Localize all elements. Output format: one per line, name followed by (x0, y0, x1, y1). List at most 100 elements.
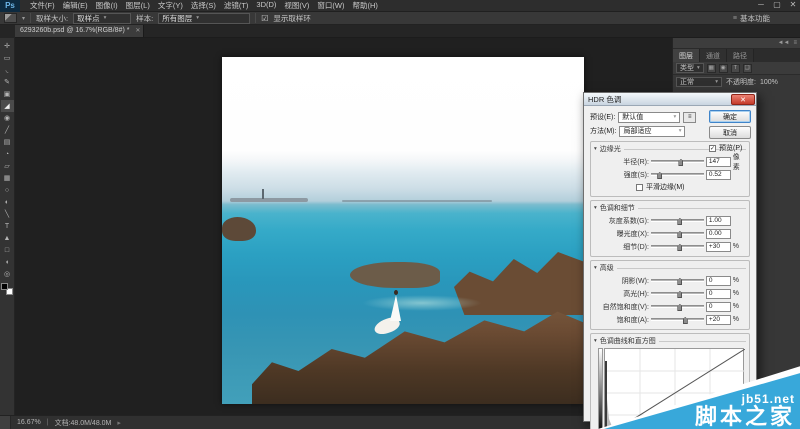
restore-button[interactable]: ▢ (772, 0, 782, 9)
method-dropdown[interactable]: 局部适应 ▾ (619, 126, 685, 137)
smooth-edges-checkbox[interactable] (636, 184, 643, 191)
crop-tool-icon[interactable]: ▣ (1, 88, 14, 100)
blur-tool-icon[interactable]: ○ (1, 184, 14, 196)
preset-options-icon[interactable]: ≡ (683, 112, 696, 123)
menu-item[interactable]: 文字(Y) (154, 0, 187, 11)
close-button[interactable]: ✕ (788, 0, 798, 9)
document-tab[interactable]: 6293260b.psd @ 16.7%(RGB/8#) * ✕ (15, 25, 144, 37)
slider-thumb[interactable] (678, 159, 683, 166)
slider-thumb[interactable] (683, 317, 688, 324)
eraser-tool-icon[interactable]: ▱ (1, 160, 14, 172)
photo-canvas[interactable] (222, 57, 584, 404)
lasso-tool-icon[interactable]: ◟ (1, 64, 14, 76)
status-arrow-icon[interactable]: ▸ (117, 419, 121, 427)
section-collapse-icon[interactable]: ▾ (594, 146, 597, 152)
slider-value-field[interactable]: +20 (706, 315, 731, 325)
pen-tool-icon[interactable]: ╲ (1, 208, 14, 220)
section-collapse-icon[interactable]: ▾ (594, 205, 597, 211)
color-swatches[interactable] (1, 283, 13, 295)
history-brush-tool-icon[interactable]: ◔ (1, 148, 14, 160)
slider-thumb[interactable] (677, 231, 682, 238)
slider-thumb[interactable] (677, 278, 682, 285)
eyedropper-tool-icon[interactable]: ◢ (1, 100, 14, 112)
slider-track[interactable] (651, 305, 704, 308)
menu-item[interactable]: 编辑(E) (59, 0, 92, 11)
sample-dropdown[interactable]: 所有图层 ▾ (158, 13, 250, 24)
tool-preset-arrow-icon[interactable]: ▾ (22, 15, 25, 22)
slider-value-field[interactable]: +30 (706, 242, 731, 252)
healing-brush-tool-icon[interactable]: ◉ (1, 112, 14, 124)
brush-tool-icon[interactable]: ╱ (1, 124, 14, 136)
slider-thumb[interactable] (677, 304, 682, 311)
menu-item[interactable]: 3D(D) (252, 0, 280, 11)
slider-thumb[interactable] (677, 291, 682, 298)
menu-item[interactable]: 视图(V) (280, 0, 313, 11)
menu-item[interactable]: 帮助(H) (349, 0, 382, 11)
slider-track[interactable] (651, 292, 704, 295)
slider-value-field[interactable]: 0 (706, 302, 731, 312)
menu-item[interactable]: 选择(S) (187, 0, 220, 11)
preset-dropdown[interactable]: 默认值 ▾ (618, 112, 680, 123)
hand-tool-icon[interactable]: ◖ (1, 256, 14, 268)
collapse-panels-icon[interactable]: ◄◄ (778, 40, 790, 46)
minimize-button[interactable]: ─ (756, 0, 766, 9)
menu-item[interactable]: 图层(L) (122, 0, 154, 11)
preview-label: 预览(P) (719, 143, 742, 153)
menu-item[interactable]: 文件(F) (26, 0, 59, 11)
filter-shape-layers-icon[interactable]: ❑ (743, 64, 752, 73)
slider-thumb[interactable] (677, 218, 682, 225)
slider-track[interactable] (651, 232, 704, 235)
menu-item[interactable]: 图像(I) (92, 0, 122, 11)
slider-thumb[interactable] (657, 172, 662, 179)
eyedropper-tool-icon[interactable] (4, 13, 17, 23)
filter-adjustment-layers-icon[interactable]: ◉ (719, 64, 728, 73)
slider-track[interactable] (651, 160, 704, 163)
path-selection-tool-icon[interactable]: ▲ (1, 232, 14, 244)
foreground-color-swatch[interactable] (1, 283, 8, 290)
slider-track[interactable] (651, 245, 704, 248)
slider-value-field[interactable]: 0.00 (706, 229, 731, 239)
zoom-level-field[interactable]: 16.67% (17, 419, 41, 426)
filter-pixel-layers-icon[interactable]: ▦ (707, 64, 716, 73)
marquee-tool-icon[interactable]: ▭ (1, 52, 14, 64)
layer-filter-type-dropdown[interactable]: 类型 ▾ (676, 63, 704, 73)
dodge-tool-icon[interactable]: ◐ (1, 196, 14, 208)
filter-type-layers-icon[interactable]: T (731, 64, 740, 73)
ok-button[interactable]: 确定 (709, 110, 751, 123)
slider-track[interactable] (651, 318, 704, 321)
dialog-title-bar[interactable]: HDR 色调 ✕ (584, 93, 756, 106)
blend-mode-dropdown[interactable]: 正常 ▾ (676, 77, 722, 87)
tab-close-icon[interactable]: ✕ (135, 27, 140, 34)
panel-tab-通道[interactable]: 通道 (700, 49, 727, 62)
sample-size-dropdown[interactable]: 取样点 ▾ (73, 13, 131, 24)
shape-tool-icon[interactable]: □ (1, 244, 14, 256)
move-tool-icon[interactable]: ✛ (1, 40, 14, 52)
preview-checkbox[interactable]: ✓ (709, 145, 716, 152)
quick-selection-tool-icon[interactable]: ✎ (1, 76, 14, 88)
show-ring-checkbox[interactable]: ☑ (261, 14, 268, 23)
menu-item[interactable]: 窗口(W) (313, 0, 348, 11)
zoom-tool-icon[interactable]: ◎ (1, 268, 14, 280)
section-collapse-icon[interactable]: ▾ (594, 265, 597, 271)
type-tool-icon[interactable]: T (1, 220, 14, 232)
opacity-value[interactable]: 100% (760, 79, 778, 86)
slider-track[interactable] (651, 219, 704, 222)
panel-menu-icon[interactable]: ≡ (793, 40, 797, 46)
slider-value-field[interactable]: 0 (706, 276, 731, 286)
dialog-close-button[interactable]: ✕ (731, 94, 755, 105)
clone-stamp-tool-icon[interactable]: ▤ (1, 136, 14, 148)
panel-tab-图层[interactable]: 图层 (673, 49, 700, 62)
panel-tab-路径[interactable]: 路径 (727, 49, 754, 62)
slider-value-field[interactable]: 1.00 (706, 216, 731, 226)
slider-value-field[interactable]: 147 (706, 157, 731, 167)
cancel-button[interactable]: 取消 (709, 126, 751, 139)
slider-track[interactable] (651, 173, 704, 176)
gradient-tool-icon[interactable]: ▦ (1, 172, 14, 184)
slider-thumb[interactable] (677, 244, 682, 251)
slider-value-field[interactable]: 0.52 (706, 170, 731, 180)
workspace-switcher[interactable]: ≡ 基本功能 (733, 13, 770, 24)
slider-track[interactable] (651, 279, 704, 282)
menu-item[interactable]: 滤镜(T) (220, 0, 253, 11)
section-collapse-icon[interactable]: ▾ (594, 338, 597, 344)
slider-value-field[interactable]: 0 (706, 289, 731, 299)
